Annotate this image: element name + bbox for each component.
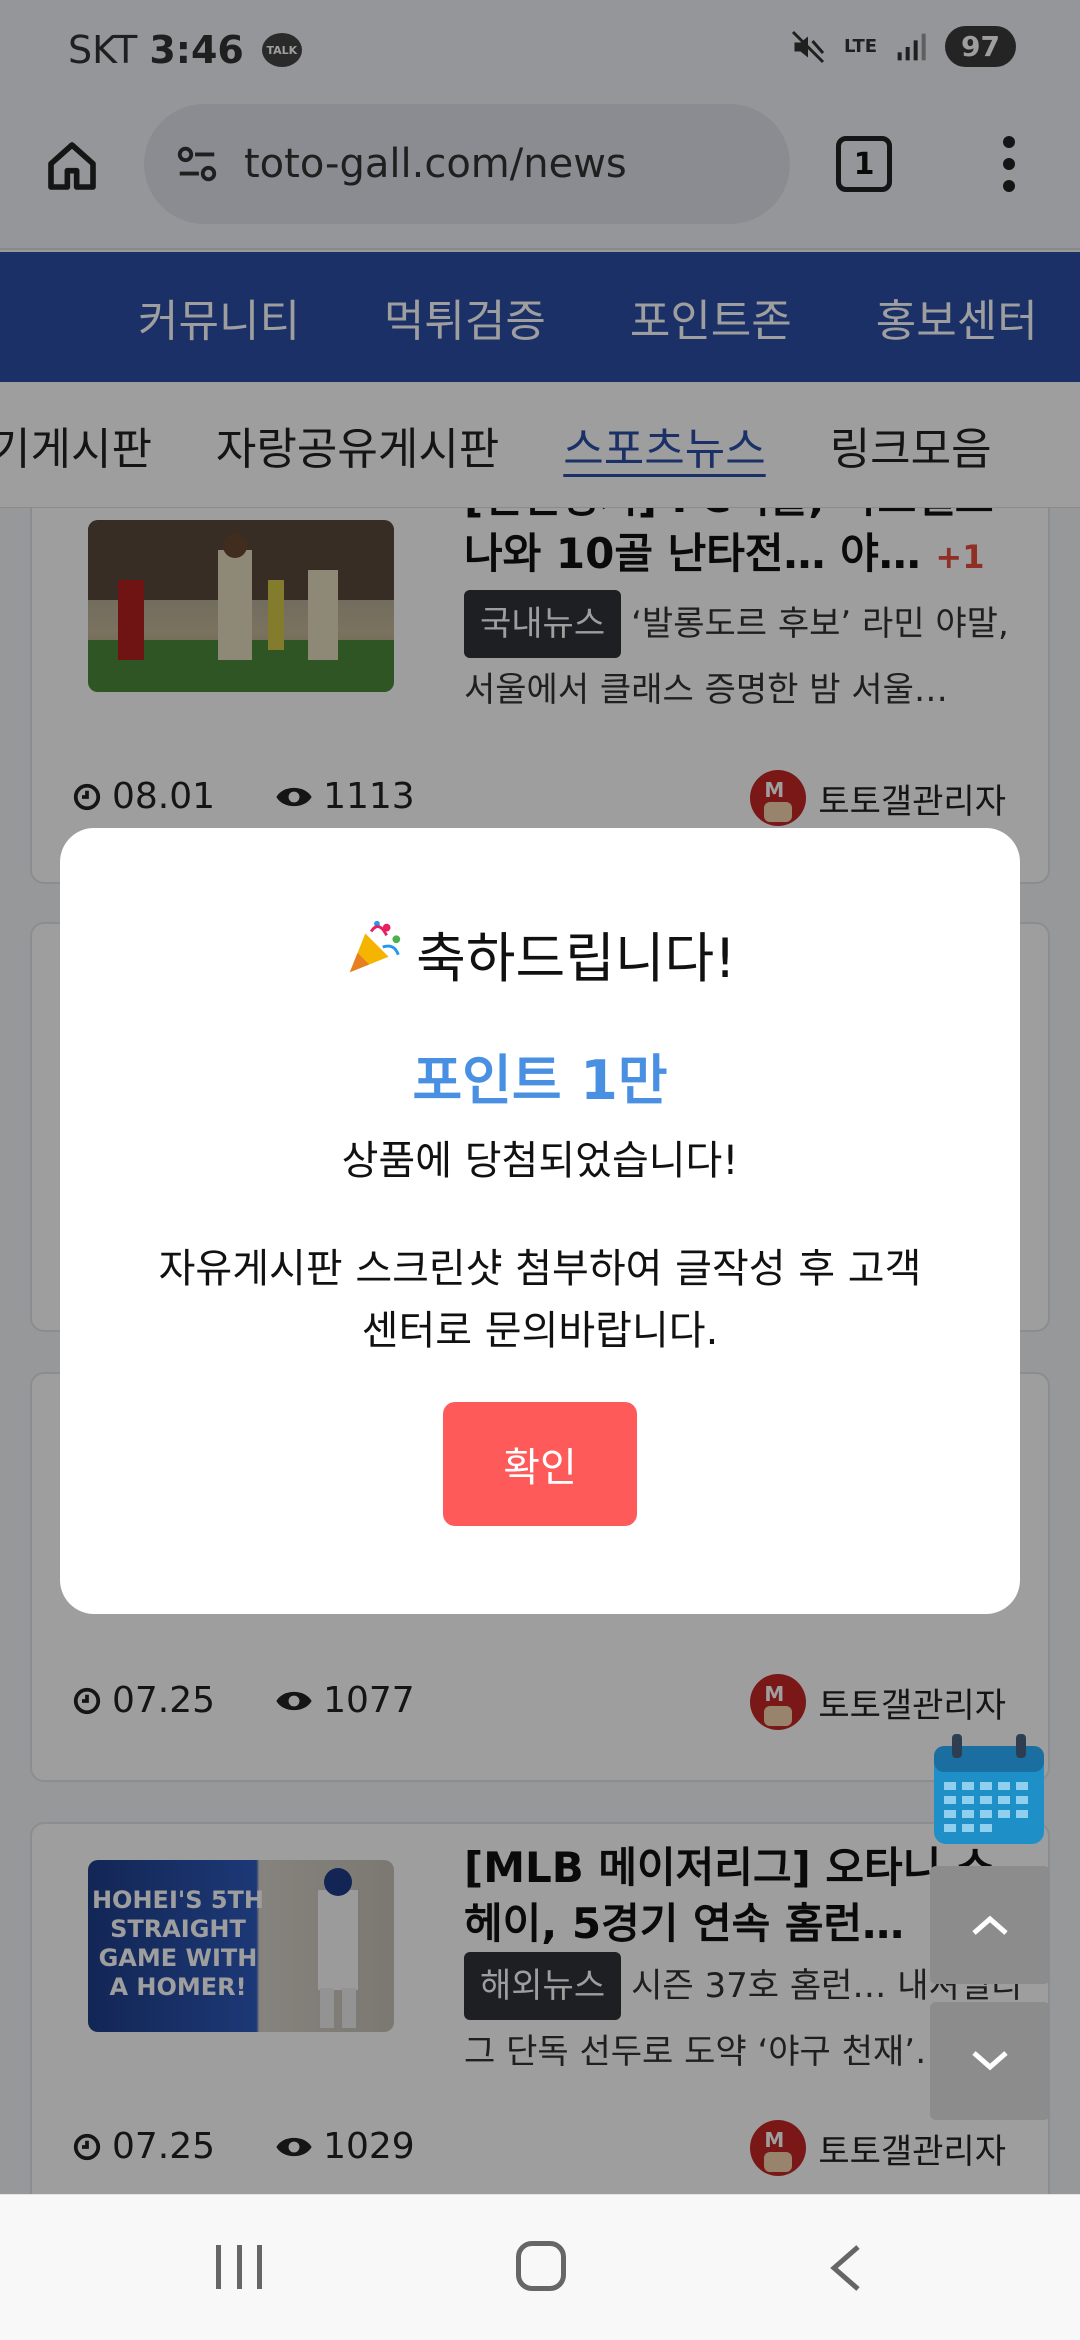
calendar-icon[interactable] <box>930 1730 1048 1848</box>
modal-title: 축하드립니다! <box>60 914 1020 993</box>
scroll-down-button[interactable] <box>930 2002 1050 2120</box>
party-popper-icon <box>344 916 406 991</box>
congratulations-modal: 축하드립니다! 포인트 1만 상품에 당첨되었습니다! 자유게시판 스크린샷 첨… <box>60 828 1020 1614</box>
confirm-button[interactable]: 확인 <box>443 1402 637 1526</box>
back-icon[interactable] <box>826 2243 866 2293</box>
chevron-up-icon <box>972 1915 1008 1935</box>
system-navigation-bar <box>0 2194 1080 2340</box>
modal-instructions: 자유게시판 스크린샷 첨부하여 글작성 후 고객센터로 문의바랍니다. <box>158 1246 922 1354</box>
recent-apps-icon[interactable] <box>216 2245 262 2289</box>
scroll-up-button[interactable] <box>930 1866 1050 1984</box>
modal-prize: 포인트 1만 <box>412 1049 668 1112</box>
home-circle-icon[interactable] <box>516 2241 566 2291</box>
chevron-down-icon <box>972 2051 1008 2071</box>
modal-message: 상품에 당첨되었습니다! <box>341 1138 739 1184</box>
